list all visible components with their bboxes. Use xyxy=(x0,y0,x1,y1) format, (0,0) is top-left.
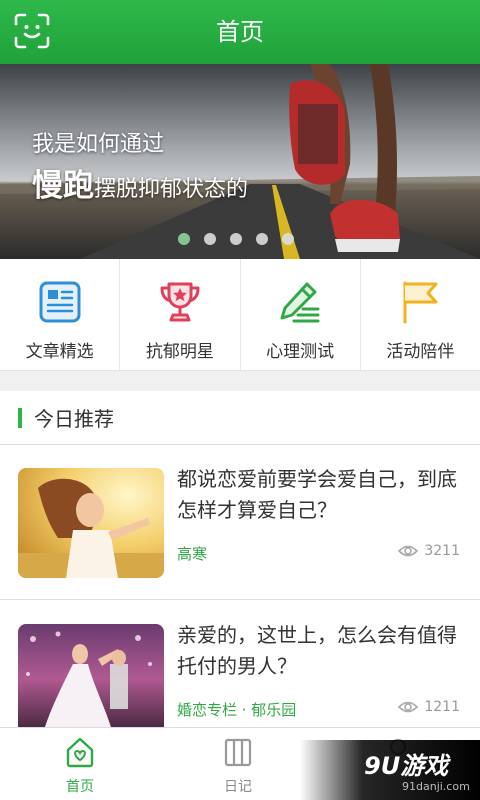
watermark: 9U游戏 91danji.com xyxy=(300,740,480,800)
watermark-brand: 9U游戏 xyxy=(364,752,449,780)
quick-link-articles[interactable]: 文章精选 xyxy=(0,259,121,370)
banner-headline-line1: 我是如何通过 xyxy=(32,132,165,157)
page-title: 首页 xyxy=(216,18,264,46)
home-heart-icon xyxy=(66,737,94,768)
banner-headline-line2: 慢跑摆脱抑郁状态的 xyxy=(32,160,248,205)
article-thumbnail xyxy=(18,624,164,734)
section-accent-bar xyxy=(18,408,22,428)
tab-home[interactable]: 首页 xyxy=(20,728,140,800)
tab-diary[interactable]: 日记 xyxy=(178,728,298,800)
book-icon xyxy=(224,738,252,767)
banner-headline-emphasis: 慢跑 xyxy=(32,168,94,204)
carousel-dot[interactable] xyxy=(178,233,190,245)
quick-link-stars[interactable]: 抗郁明星 xyxy=(120,259,241,370)
quick-link-psych-test[interactable]: 心理测试 xyxy=(241,259,361,370)
tab-label: 日记 xyxy=(224,779,252,795)
view-count: 3211 xyxy=(424,543,460,559)
article-thumbnail xyxy=(18,468,164,578)
eye-icon xyxy=(398,701,419,713)
trophy-icon xyxy=(160,282,200,322)
quick-link-label: 心理测试 xyxy=(266,342,335,362)
banner-headline-rest: 摆脱抑郁状态的 xyxy=(94,177,249,202)
article-views: 1211 xyxy=(398,699,460,715)
recommend-header: 今日推荐 xyxy=(0,391,480,445)
carousel-dot[interactable] xyxy=(204,233,216,245)
quick-link-label: 文章精选 xyxy=(25,342,94,362)
article-title[interactable]: 亲爱的，这世上，怎么会有值得托付的男人？ xyxy=(177,620,462,682)
article-card[interactable]: 都说恋爱前要学会爱自己，到底怎样才算爱自己？ 高寒 3211 xyxy=(0,444,480,600)
quick-link-label: 抗郁明星 xyxy=(145,342,214,362)
article-source[interactable]: 高寒 xyxy=(177,543,207,564)
view-count: 1211 xyxy=(424,699,460,715)
carousel-dot[interactable] xyxy=(256,233,268,245)
newspaper-icon xyxy=(39,281,81,323)
tab-label: 首页 xyxy=(66,779,94,795)
recommend-heading: 今日推荐 xyxy=(34,407,114,431)
quick-link-activities[interactable]: 活动陪伴 xyxy=(361,259,480,370)
article-views: 3211 xyxy=(398,543,460,559)
article-title[interactable]: 都说恋爱前要学会爱自己，到底怎样才算爱自己？ xyxy=(177,464,462,526)
eye-icon xyxy=(398,545,419,557)
carousel-dot[interactable] xyxy=(230,233,242,245)
article-source[interactable]: 婚恋专栏 · 郁乐园 xyxy=(177,699,296,720)
banner-carousel[interactable]: 我是如何通过 慢跑摆脱抑郁状态的 xyxy=(0,64,480,259)
flag-icon xyxy=(403,281,438,324)
quick-links: 文章精选 抗郁明星 心理测试 活动陪伴 xyxy=(0,259,480,371)
carousel-dot[interactable] xyxy=(282,233,294,245)
quick-link-label: 活动陪伴 xyxy=(386,342,455,362)
app-header: 首页 xyxy=(0,0,480,64)
carousel-indicators xyxy=(178,233,294,245)
watermark-domain: 91danji.com xyxy=(402,780,470,793)
pencil-icon xyxy=(280,282,320,323)
